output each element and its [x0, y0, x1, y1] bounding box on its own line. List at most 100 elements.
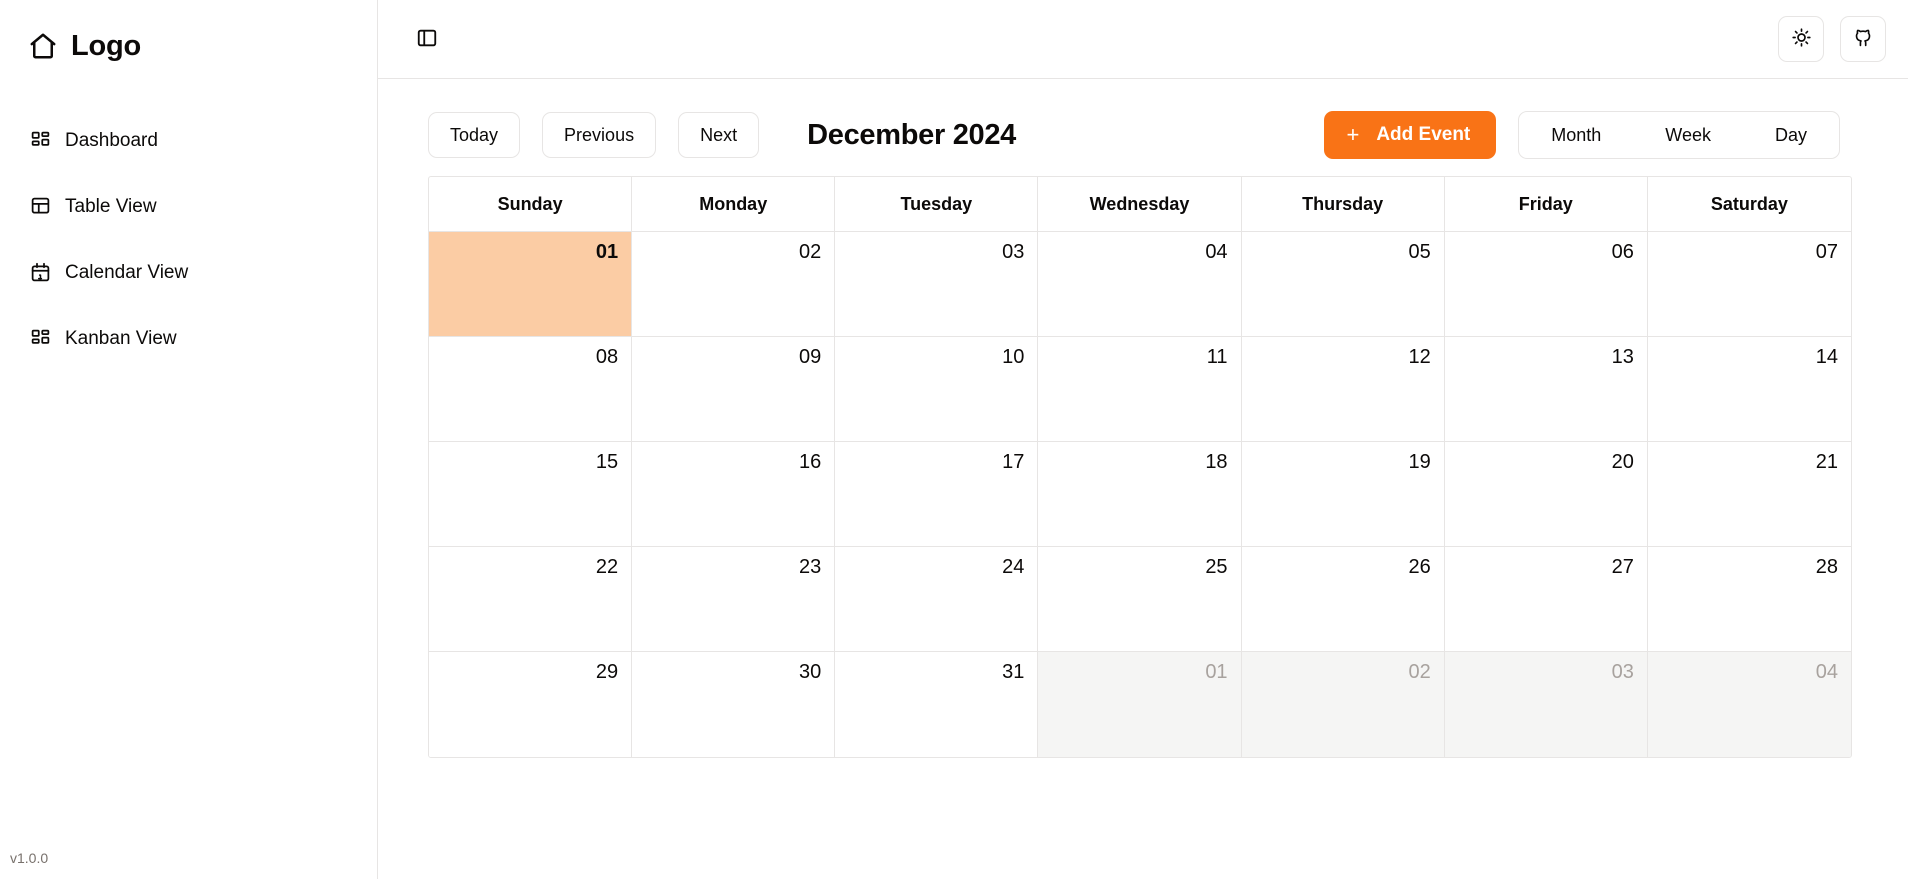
- calendar-day-number: 09: [799, 346, 822, 368]
- calendar-day-number: 03: [1611, 661, 1634, 683]
- weekday-header-cell: Wednesday: [1038, 177, 1242, 232]
- weekday-header-cell: Friday: [1444, 177, 1648, 232]
- calendar-day-cell[interactable]: 15: [429, 442, 633, 547]
- weekday-header-cell: Saturday: [1647, 177, 1851, 232]
- calendar-day-cell[interactable]: 04: [1647, 652, 1851, 757]
- calendar-day-cell[interactable]: 21: [1647, 442, 1851, 547]
- calendar-day-cell[interactable]: 07: [1647, 232, 1851, 337]
- sidebar-item-kanban-view[interactable]: Kanban View: [16, 316, 361, 360]
- plus-icon: +: [1346, 122, 1360, 147]
- top-bar-actions: [1778, 16, 1886, 62]
- next-button[interactable]: Next: [678, 112, 760, 158]
- today-button[interactable]: Today: [428, 112, 521, 158]
- calendar-day-cell[interactable]: 10: [835, 337, 1039, 442]
- calendar-day-cell[interactable]: 22: [429, 547, 633, 652]
- calendar-day-cell[interactable]: 25: [1038, 547, 1242, 652]
- calendar-day-cell[interactable]: 08: [429, 337, 633, 442]
- calendar-day-number: 29: [595, 661, 619, 683]
- sidebar-item-label: Dashboard: [65, 129, 158, 151]
- calendar-day-cell[interactable]: 14: [1647, 337, 1851, 442]
- weekday-header-cell: Thursday: [1241, 177, 1445, 232]
- calendar-day-number: 03: [1002, 241, 1025, 263]
- calendar-day-cell[interactable]: 05: [1241, 232, 1445, 337]
- calendar-icon: [30, 262, 51, 283]
- calendar-day-cell[interactable]: 12: [1241, 337, 1445, 442]
- calendar-day-number: 17: [1002, 451, 1025, 473]
- theme-toggle-button[interactable]: [1778, 16, 1824, 62]
- calendar-day-number: 07: [1815, 241, 1838, 263]
- calendar-day-cell[interactable]: 02: [1241, 652, 1445, 757]
- sidebar-item-table-view[interactable]: Table View: [16, 184, 361, 228]
- calendar-day-number: 18: [1205, 451, 1228, 473]
- calendar-day-number: 08: [595, 346, 619, 368]
- view-button-week[interactable]: Week: [1633, 112, 1743, 158]
- calendar-day-number: 04: [1815, 661, 1838, 683]
- panel-left-icon: [416, 27, 438, 52]
- version-label: v1.0.0: [10, 850, 49, 866]
- calendar-day-number: 02: [799, 241, 822, 263]
- weekday-header-cell: Monday: [632, 177, 836, 232]
- calendar-day-cell[interactable]: 31: [835, 652, 1039, 757]
- calendar-day-cell[interactable]: 30: [632, 652, 836, 757]
- calendar-grid: Sunday Monday Tuesday Wednesday Thursday…: [428, 176, 1852, 758]
- calendar-week-row: 22 23 24 25 26 27 28: [429, 547, 1851, 652]
- sidebar-item-dashboard[interactable]: Dashboard: [16, 118, 361, 162]
- sidebar-item-calendar-view[interactable]: Calendar View: [16, 250, 361, 294]
- calendar-day-cell[interactable]: 02: [632, 232, 836, 337]
- calendar-day-cell[interactable]: 19: [1241, 442, 1445, 547]
- calendar-day-cell[interactable]: 24: [835, 547, 1039, 652]
- calendar-week-row: 01 02 03 04 05 06 07: [429, 232, 1851, 337]
- calendar-day-cell[interactable]: 03: [835, 232, 1039, 337]
- calendar-day-cell[interactable]: 28: [1647, 547, 1851, 652]
- calendar-day-number: 30: [799, 661, 822, 683]
- weekday-header-cell: Sunday: [429, 177, 633, 232]
- calendar-day-cell[interactable]: 26: [1241, 547, 1445, 652]
- app-root: Logo Dashboard Table View Calendar View …: [0, 0, 1908, 879]
- github-link-button[interactable]: [1840, 16, 1886, 62]
- view-button-month[interactable]: Month: [1519, 112, 1633, 158]
- calendar-day-cell[interactable]: 04: [1038, 232, 1242, 337]
- weekday-header-cell: Tuesday: [835, 177, 1039, 232]
- add-event-button[interactable]: + Add Event: [1324, 111, 1497, 159]
- top-bar: [378, 0, 1908, 79]
- view-button-day[interactable]: Day: [1743, 112, 1839, 158]
- calendar-day-cell[interactable]: 13: [1444, 337, 1648, 442]
- table-icon: [30, 196, 51, 217]
- sun-icon: [1791, 27, 1812, 51]
- calendar-day-number: 13: [1611, 346, 1634, 368]
- calendar-day-number: 23: [799, 556, 822, 578]
- calendar-day-number: 05: [1408, 241, 1431, 263]
- calendar-day-number: 15: [595, 451, 619, 473]
- calendar-day-number: 27: [1611, 556, 1634, 578]
- calendar-day-cell[interactable]: 20: [1444, 442, 1648, 547]
- kanban-grid-icon: [30, 328, 51, 349]
- calendar-day-cell[interactable]: 27: [1444, 547, 1648, 652]
- calendar-day-number: 06: [1611, 241, 1634, 263]
- calendar-day-number: 02: [1408, 661, 1431, 683]
- sidebar: Logo Dashboard Table View Calendar View …: [0, 0, 378, 879]
- calendar-day-cell[interactable]: 11: [1038, 337, 1242, 442]
- calendar-day-number: 11: [1206, 346, 1228, 368]
- brand[interactable]: Logo: [0, 0, 377, 70]
- calendar-day-number: 04: [1205, 241, 1228, 263]
- calendar-day-cell[interactable]: 16: [632, 442, 836, 547]
- calendar-day-cell[interactable]: 17: [835, 442, 1039, 547]
- sidebar-item-label: Kanban View: [65, 327, 177, 349]
- calendar-day-number: 19: [1408, 451, 1431, 473]
- calendar-day-cell[interactable]: 06: [1444, 232, 1648, 337]
- calendar-day-cell[interactable]: 18: [1038, 442, 1242, 547]
- calendar-day-cell[interactable]: 09: [632, 337, 836, 442]
- calendar-day-cell[interactable]: 29: [429, 652, 633, 757]
- calendar-day-number: 24: [1002, 556, 1025, 578]
- previous-button[interactable]: Previous: [542, 112, 657, 158]
- sidebar-toggle-button[interactable]: [404, 16, 450, 62]
- calendar-day-cell[interactable]: 03: [1444, 652, 1648, 757]
- sidebar-item-label: Table View: [65, 195, 157, 217]
- main-content: Today Previous Next December 2024 + Add …: [378, 0, 1908, 879]
- calendar-day-cell[interactable]: 23: [632, 547, 836, 652]
- period-title: December 2024: [807, 118, 1017, 151]
- calendar-day-number: 01: [595, 241, 619, 263]
- brand-label: Logo: [71, 29, 142, 62]
- calendar-day-cell[interactable]: 01: [429, 232, 633, 337]
- calendar-day-cell[interactable]: 01: [1038, 652, 1242, 757]
